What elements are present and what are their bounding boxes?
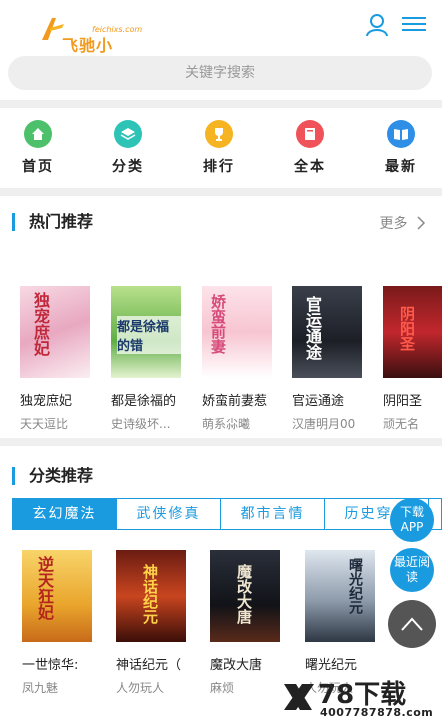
site-logo[interactable]: feichixs.com 飞驰小说网	[18, 8, 142, 79]
header: feichixs.com 飞驰小说网 关键字搜索	[0, 0, 442, 100]
chevron-right-icon	[417, 216, 426, 230]
book-card[interactable]: 阴阳圣 阴阳圣 顽无名	[383, 286, 442, 432]
back-to-top-button[interactable]	[388, 600, 436, 648]
book-author: 萌系尛曦	[202, 417, 251, 431]
trophy-icon	[205, 120, 233, 148]
book-icon	[296, 120, 324, 148]
book-card[interactable]: 娇蛮前妻 娇蛮前妻惹 萌系尛曦	[202, 286, 284, 432]
book-title: 娇蛮前妻惹	[202, 394, 268, 409]
watermark: 78下载 4007787878.com	[280, 676, 442, 720]
book-author: 汉唐明月00	[292, 417, 356, 431]
book-author: 天天逗比	[20, 417, 69, 431]
nav-label: 排行	[203, 159, 235, 175]
tab-dushi[interactable]: 都市言情	[221, 499, 325, 529]
book-cover: 都是徐福的错	[111, 286, 181, 378]
book-cover: 阴阳圣	[383, 286, 442, 378]
user-icon[interactable]	[364, 12, 390, 38]
book-title: 独宠庶妃	[20, 394, 73, 409]
watermark-url: 4007787878.com	[320, 706, 434, 719]
nav-item-ranking[interactable]: 排行	[189, 120, 249, 184]
search-input[interactable]: 关键字搜索	[8, 56, 432, 90]
watermark-logo-icon	[284, 684, 314, 710]
book-cover: 独宠庶妃	[20, 286, 90, 378]
tab-wuxia[interactable]: 武侠修真	[117, 499, 221, 529]
book-author: 人勿玩人	[116, 681, 165, 695]
nav-label: 全本	[294, 159, 326, 175]
nav-label: 首页	[22, 159, 54, 175]
book-author: 史诗级坏...	[111, 417, 171, 431]
chevron-up-icon	[401, 617, 423, 631]
nav-label: 分类	[112, 159, 144, 175]
nav-item-latest[interactable]: 最新	[371, 120, 431, 184]
book-title: 神话纪元（	[116, 658, 182, 673]
book-cover: 魔改大唐	[210, 550, 280, 642]
book-card[interactable]: 官运通途 官运通途 汉唐明月00	[292, 286, 374, 432]
book-card[interactable]: 逆天狂妃 一世惊华: 凤九魅	[22, 550, 104, 696]
home-icon	[24, 120, 52, 148]
category-tabs: 玄幻魔法 武侠修真 都市言情 历史穿越	[12, 498, 442, 530]
book-card[interactable]: 独宠庶妃 独宠庶妃 天天逗比	[20, 286, 102, 432]
book-card[interactable]: 神话纪元 神话纪元（ 人勿玩人	[116, 550, 198, 696]
download-app-button[interactable]: 下载APP	[390, 498, 434, 542]
category-section-title: 分类推荐	[12, 467, 93, 485]
nav-item-home[interactable]: 首页	[8, 120, 68, 184]
more-link[interactable]: 更多	[380, 213, 426, 233]
nav-item-category[interactable]: 分类	[98, 120, 158, 184]
book-cover: 官运通途	[292, 286, 362, 378]
book-card[interactable]: 魔改大唐 魔改大唐 麻烦	[210, 550, 292, 696]
nav-label: 最新	[385, 159, 417, 175]
open-book-icon	[387, 120, 415, 148]
more-label: 更多	[379, 216, 408, 232]
book-title: 阴阳圣	[383, 394, 423, 409]
quick-nav: 首页 分类 排行 全本 最新	[0, 108, 442, 188]
book-cover: 神话纪元	[116, 550, 186, 642]
book-title: 魔改大唐	[210, 658, 263, 673]
book-title: 都是徐福的	[111, 394, 177, 409]
book-cover: 曙光纪元	[305, 550, 375, 642]
book-cover: 逆天狂妃	[22, 550, 92, 642]
nav-item-complete[interactable]: 全本	[280, 120, 340, 184]
book-author: 凤九魅	[22, 681, 59, 695]
book-title: 曙光纪元	[305, 658, 358, 673]
hot-section-title: 热门推荐	[12, 213, 93, 231]
book-card[interactable]: 都是徐福的错 都是徐福的 史诗级坏...	[111, 286, 193, 432]
book-cover: 娇蛮前妻	[202, 286, 272, 378]
hot-section: 热门推荐 更多 独宠庶妃 独宠庶妃 天天逗比 都是徐福的错 都是徐福的 史诗级坏…	[0, 196, 442, 438]
recent-reading-button[interactable]: 最近阅读	[390, 548, 434, 592]
tab-xuanhuan[interactable]: 玄幻魔法	[13, 499, 117, 529]
layers-icon	[114, 120, 142, 148]
book-title: 官运通途	[292, 394, 345, 409]
book-title: 一世惊华:	[22, 658, 79, 673]
menu-icon[interactable]	[402, 14, 426, 34]
book-author: 顽无名	[383, 417, 420, 431]
